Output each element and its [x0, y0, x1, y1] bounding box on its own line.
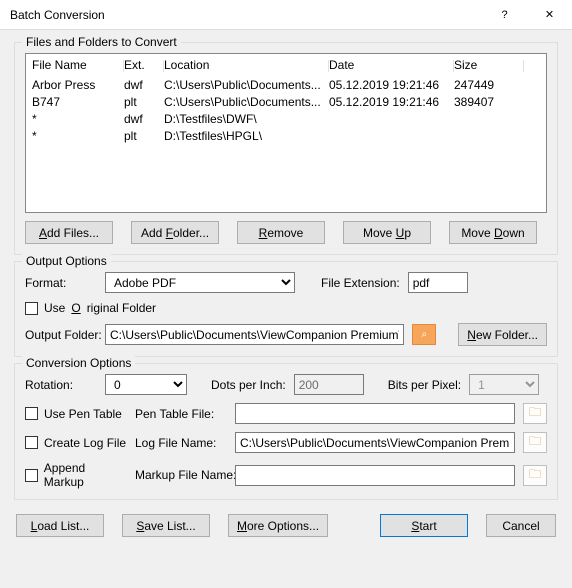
col-filename[interactable]: File Name	[32, 58, 124, 72]
file-ext-input[interactable]	[408, 272, 468, 293]
search-icon: ⌕	[421, 329, 427, 340]
bpp-select[interactable]: 1	[469, 374, 539, 395]
close-button[interactable]: ✕	[527, 0, 572, 30]
col-location[interactable]: Location	[164, 58, 329, 72]
checkbox-icon	[25, 302, 38, 315]
checkbox-icon	[25, 469, 38, 482]
output-legend: Output Options	[22, 254, 111, 268]
rotation-select[interactable]: 0	[105, 374, 187, 395]
table-row[interactable]: * plt D:\Testfiles\HPGL\	[26, 127, 546, 144]
browse-output-folder-button[interactable]: ⌕	[412, 324, 436, 345]
move-down-button[interactable]: Move Down	[449, 221, 537, 244]
format-select[interactable]: Adobe PDF	[105, 272, 295, 293]
add-files-button[interactable]: Add Files...	[25, 221, 113, 244]
table-row[interactable]: Arbor Press dwf C:\Users\Public\Document…	[26, 76, 546, 93]
append-markup-checkbox[interactable]: Append Markup	[25, 461, 127, 489]
move-up-button[interactable]: Move Up	[343, 221, 431, 244]
save-list-button[interactable]: Save List...	[122, 514, 210, 537]
load-list-button[interactable]: Load List...	[16, 514, 104, 537]
files-group: Files and Folders to Convert File Name E…	[14, 42, 558, 255]
col-size[interactable]: Size	[454, 58, 524, 72]
output-folder-input[interactable]	[105, 324, 404, 345]
add-folder-button[interactable]: Add Folder...	[131, 221, 219, 244]
col-date[interactable]: Date	[329, 58, 454, 72]
window-title: Batch Conversion	[10, 8, 482, 22]
col-ext[interactable]: Ext.	[124, 58, 164, 72]
conversion-legend: Conversion Options	[22, 356, 135, 370]
table-row[interactable]: B747 plt C:\Users\Public\Documents... 05…	[26, 93, 546, 110]
start-button[interactable]: Start	[380, 514, 468, 537]
output-folder-label: Output Folder:	[25, 328, 97, 342]
folder-icon: 🗀	[529, 403, 541, 424]
rotation-label: Rotation:	[25, 378, 97, 392]
bpp-label: Bits per Pixel:	[388, 378, 461, 392]
markup-file-label: Markup File Name:	[135, 468, 227, 482]
create-log-checkbox[interactable]: Create Log File	[25, 436, 127, 450]
browse-log-file-button[interactable]: 🗀	[523, 432, 547, 453]
dialog-button-row: Load List... Save List... More Options..…	[14, 514, 558, 537]
table-row[interactable]: * dwf D:\Testfiles\DWF\	[26, 110, 546, 127]
folder-icon: 🗀	[529, 432, 541, 453]
format-label: Format:	[25, 276, 97, 290]
cancel-button[interactable]: Cancel	[486, 514, 556, 537]
folder-icon: 🗀	[529, 465, 541, 486]
use-pen-table-checkbox[interactable]: Use Pen Table	[25, 407, 127, 421]
files-legend: Files and Folders to Convert	[22, 35, 181, 49]
conversion-group: Conversion Options Rotation: 0 Dots per …	[14, 363, 558, 500]
files-listview[interactable]: File Name Ext. Location Date Size Arbor …	[25, 53, 547, 213]
new-folder-button[interactable]: New Folder...	[458, 323, 547, 346]
markup-file-input[interactable]	[235, 465, 515, 486]
browse-markup-file-button[interactable]: 🗀	[523, 465, 547, 486]
output-group: Output Options Format: Adobe PDF File Ex…	[14, 261, 558, 357]
more-options-button[interactable]: More Options...	[228, 514, 328, 537]
browse-pen-file-button[interactable]: 🗀	[523, 403, 547, 424]
dpi-label: Dots per Inch:	[211, 378, 286, 392]
checkbox-icon	[25, 407, 38, 420]
title-bar: Batch Conversion ? ✕	[0, 0, 572, 30]
help-button[interactable]: ?	[482, 0, 527, 30]
pen-file-label: Pen Table File:	[135, 407, 227, 421]
pen-file-input[interactable]	[235, 403, 515, 424]
dpi-input[interactable]	[294, 374, 364, 395]
file-ext-label: File Extension:	[321, 276, 400, 290]
listview-header[interactable]: File Name Ext. Location Date Size	[26, 54, 546, 76]
use-original-folder-checkbox[interactable]: Use Original Folder	[25, 301, 156, 315]
log-file-label: Log File Name:	[135, 436, 227, 450]
remove-button[interactable]: Remove	[237, 221, 325, 244]
log-file-input[interactable]	[235, 432, 515, 453]
checkbox-icon	[25, 436, 38, 449]
